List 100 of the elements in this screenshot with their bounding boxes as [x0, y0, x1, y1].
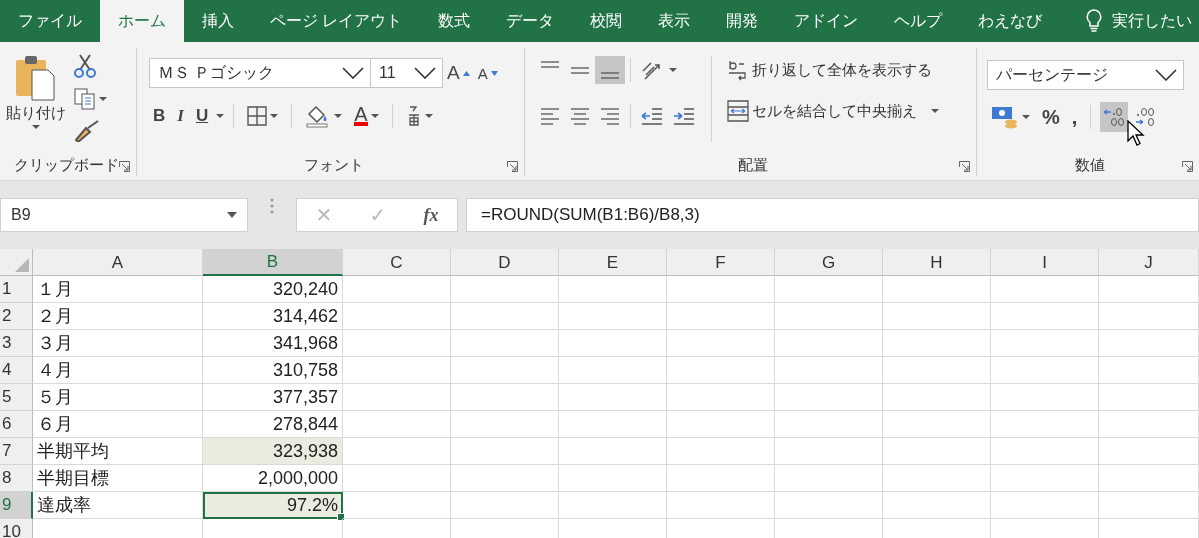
row-header[interactable]: 3 — [0, 330, 33, 357]
column-header[interactable]: B — [203, 249, 343, 276]
paste-button[interactable]: 貼り付け — [2, 48, 70, 154]
caret-icon — [334, 114, 343, 118]
column-header[interactable]: J — [1099, 249, 1199, 276]
grow-font-button[interactable]: A — [443, 60, 474, 86]
scissors-icon — [74, 54, 96, 78]
align-top-icon — [541, 61, 559, 68]
caret-icon — [424, 114, 433, 118]
ribbon-tab[interactable]: ファイル — [0, 0, 100, 42]
caret-icon — [931, 109, 939, 113]
table-cell: 半期目標 — [33, 465, 203, 492]
row-header[interactable]: 2 — [0, 303, 33, 330]
copy-icon — [74, 88, 96, 110]
font-name-dropdown[interactable]: ＭＳ Ｐゴシック — [149, 58, 371, 88]
row-header[interactable]: 8 — [0, 465, 33, 492]
caret-icon — [1022, 115, 1030, 119]
column-header[interactable]: D — [451, 249, 559, 276]
font-color-button[interactable]: A — [350, 104, 383, 128]
column-header[interactable]: E — [559, 249, 667, 276]
table-cell: 314,462 — [203, 303, 343, 330]
ribbon-tab[interactable]: 表示 — [640, 0, 709, 42]
table-cell: 341,968 — [203, 330, 343, 357]
launcher-icon[interactable] — [1182, 161, 1193, 172]
shrink-font-button[interactable]: A — [473, 62, 502, 84]
column-header[interactable]: A — [33, 249, 203, 276]
wrap-text-button[interactable]: 折り返して全体を表示する — [723, 56, 943, 84]
table-cell: ６月 — [33, 411, 203, 438]
row-header[interactable]: 7 — [0, 438, 33, 465]
indent-icon — [672, 106, 696, 126]
chevron-down-icon — [342, 67, 364, 79]
ribbon-tab[interactable]: 校閲 — [572, 0, 641, 42]
table-cell: 97.2% — [203, 492, 343, 519]
table-cell: １月 — [33, 276, 203, 303]
wrap-text-icon — [727, 58, 749, 82]
caret-icon — [32, 125, 40, 129]
column-header[interactable]: F — [667, 249, 775, 276]
table-cell: ２月 — [33, 303, 203, 330]
launcher-icon[interactable] — [959, 161, 970, 172]
comma-button[interactable]: , — [1067, 103, 1082, 131]
number-format-dropdown[interactable]: パーセンテージ — [987, 60, 1184, 90]
table-cell: 320,240 — [203, 276, 343, 303]
brush-icon — [74, 120, 100, 142]
table-cell: 323,938 — [203, 438, 343, 465]
row-header[interactable]: 9 — [0, 492, 33, 519]
money-icon — [991, 105, 1019, 129]
align-center-icon — [571, 107, 589, 125]
group-label: 数値 — [1075, 155, 1105, 175]
outdent-icon — [640, 106, 664, 126]
row-header[interactable]: 1 — [0, 276, 33, 303]
caret-icon — [270, 114, 279, 118]
cursor-icon — [1127, 120, 1145, 146]
insert-function-button[interactable]: fx — [417, 203, 445, 227]
chevron-down-icon — [414, 67, 436, 79]
fill-handle[interactable] — [337, 513, 345, 521]
ribbon-tab[interactable]: ホーム — [100, 0, 184, 42]
row-header[interactable]: 10 — [0, 519, 33, 538]
merge-center-button[interactable]: セルを結合して中央揃え — [723, 98, 943, 124]
triangle-down-icon — [490, 70, 498, 76]
decrease-decimal-button[interactable] — [1100, 102, 1129, 132]
column-header[interactable]: H — [883, 249, 991, 276]
row-header[interactable]: 5 — [0, 384, 33, 411]
group-label: クリップボード — [13, 155, 119, 175]
tell-me-field[interactable]: 実行したい — [1112, 10, 1193, 32]
ribbon-tab[interactable]: データ — [488, 0, 573, 42]
ribbon-tab[interactable]: ヘルプ — [876, 0, 961, 42]
ribbon-tab[interactable]: わえなび — [960, 0, 1061, 42]
italic-button[interactable]: I — [173, 104, 188, 128]
font-size-dropdown[interactable]: 11 — [371, 58, 443, 88]
ribbon-tab[interactable]: 数式 — [420, 0, 489, 42]
lightbulb-icon — [1086, 9, 1103, 33]
ribbon-tab[interactable]: 開発 — [708, 0, 777, 42]
borders-icon — [247, 106, 268, 126]
name-box[interactable]: B9 — [0, 198, 248, 232]
triangle-up-icon — [462, 70, 470, 76]
table-cell: ４月 — [33, 357, 203, 384]
row-header[interactable]: 4 — [0, 357, 33, 384]
group-label: フォント — [303, 155, 364, 175]
ribbon-tab[interactable]: アドイン — [776, 0, 877, 42]
column-header[interactable]: C — [343, 249, 451, 276]
column-header[interactable]: G — [775, 249, 883, 276]
bold-button[interactable]: B — [149, 104, 170, 128]
launcher-icon[interactable] — [119, 161, 130, 172]
merge-cells-icon — [727, 100, 749, 122]
launcher-icon[interactable] — [507, 161, 518, 172]
ribbon-tab[interactable]: 挿入 — [184, 0, 252, 42]
caret-icon — [669, 68, 677, 72]
table-cell: 310,758 — [203, 357, 343, 384]
column-header[interactable]: I — [991, 249, 1099, 276]
decrease-decimal-icon — [1102, 106, 1127, 128]
formula-field[interactable]: =ROUND(SUM(B1:B6)/B8,3) — [466, 198, 1199, 232]
ribbon-tab[interactable]: ページ レイアウト — [252, 0, 421, 42]
table-cell: 377,357 — [203, 384, 343, 411]
grip-icon — [270, 198, 274, 214]
percent-button[interactable]: % — [1038, 103, 1064, 131]
row-header[interactable]: 6 — [0, 411, 33, 438]
caret-icon — [99, 97, 107, 101]
caret-icon — [370, 114, 379, 118]
align-bottom-icon — [601, 72, 619, 79]
underline-button[interactable]: U — [191, 104, 213, 128]
